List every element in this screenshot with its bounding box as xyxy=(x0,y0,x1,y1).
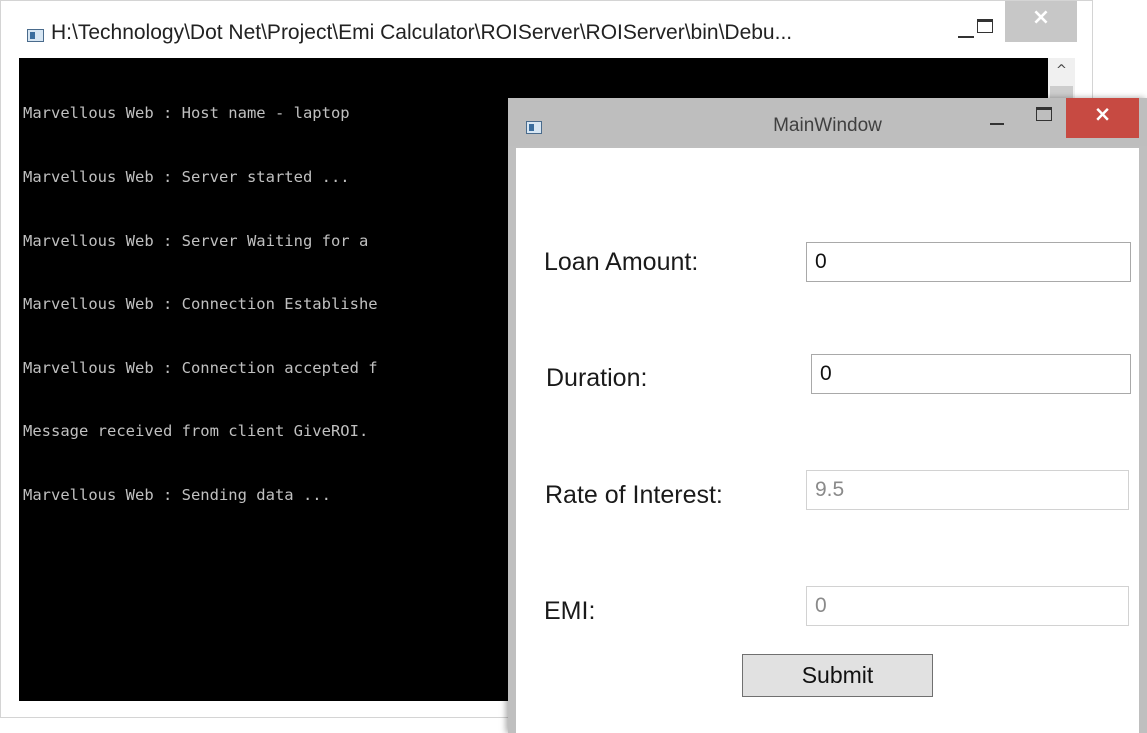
duration-input[interactable] xyxy=(811,354,1131,394)
console-line: Marvellous Web : Sending data ... xyxy=(23,486,331,505)
console-window-title: H:\Technology\Dot Net\Project\Emi Calcul… xyxy=(51,21,793,44)
submit-button[interactable]: Submit xyxy=(742,654,933,697)
console-app-icon[interactable] xyxy=(27,29,44,42)
main-window: MainWindow × Loan Amount: Duration: Rate… xyxy=(508,98,1147,733)
close-icon: × xyxy=(1093,102,1112,126)
desktop: H:\Technology\Dot Net\Project\Emi Calcul… xyxy=(0,0,1147,733)
rate-of-interest-field[interactable] xyxy=(806,470,1129,510)
main-maximize-button[interactable] xyxy=(1032,104,1062,128)
duration-label: Duration: xyxy=(546,364,648,392)
main-close-button[interactable]: × xyxy=(1066,98,1139,138)
close-icon: × xyxy=(1031,5,1051,30)
console-maximize-button[interactable] xyxy=(973,17,1003,41)
scroll-up-arrow-icon[interactable]: ^ xyxy=(1048,58,1075,84)
loan-amount-input[interactable] xyxy=(806,242,1131,282)
console-line: Marvellous Web : Host name - laptop xyxy=(23,104,350,123)
console-close-button[interactable]: × xyxy=(1005,1,1077,42)
console-line: Marvellous Web : Server Waiting for a xyxy=(23,231,369,250)
emi-form: Loan Amount: Duration: Rate of Interest:… xyxy=(516,148,1139,733)
main-minimize-button[interactable] xyxy=(982,104,1012,134)
loan-amount-label: Loan Amount: xyxy=(544,248,699,276)
emi-field[interactable] xyxy=(806,586,1129,626)
console-lines: Marvellous Web : Host name - laptop Marv… xyxy=(23,61,378,549)
main-window-titlebar[interactable]: MainWindow × xyxy=(508,98,1147,146)
console-line: Marvellous Web : Connection accepted f xyxy=(23,358,378,377)
console-line: Marvellous Web : Connection Establishe xyxy=(23,295,378,314)
console-titlebar[interactable]: H:\Technology\Dot Net\Project\Emi Calcul… xyxy=(1,1,1092,55)
console-line: Marvellous Web : Server started ... xyxy=(23,168,350,187)
emi-label: EMI: xyxy=(544,597,596,625)
console-line: Message received from client GiveROI. xyxy=(23,422,369,441)
rate-of-interest-label: Rate of Interest: xyxy=(545,481,723,509)
